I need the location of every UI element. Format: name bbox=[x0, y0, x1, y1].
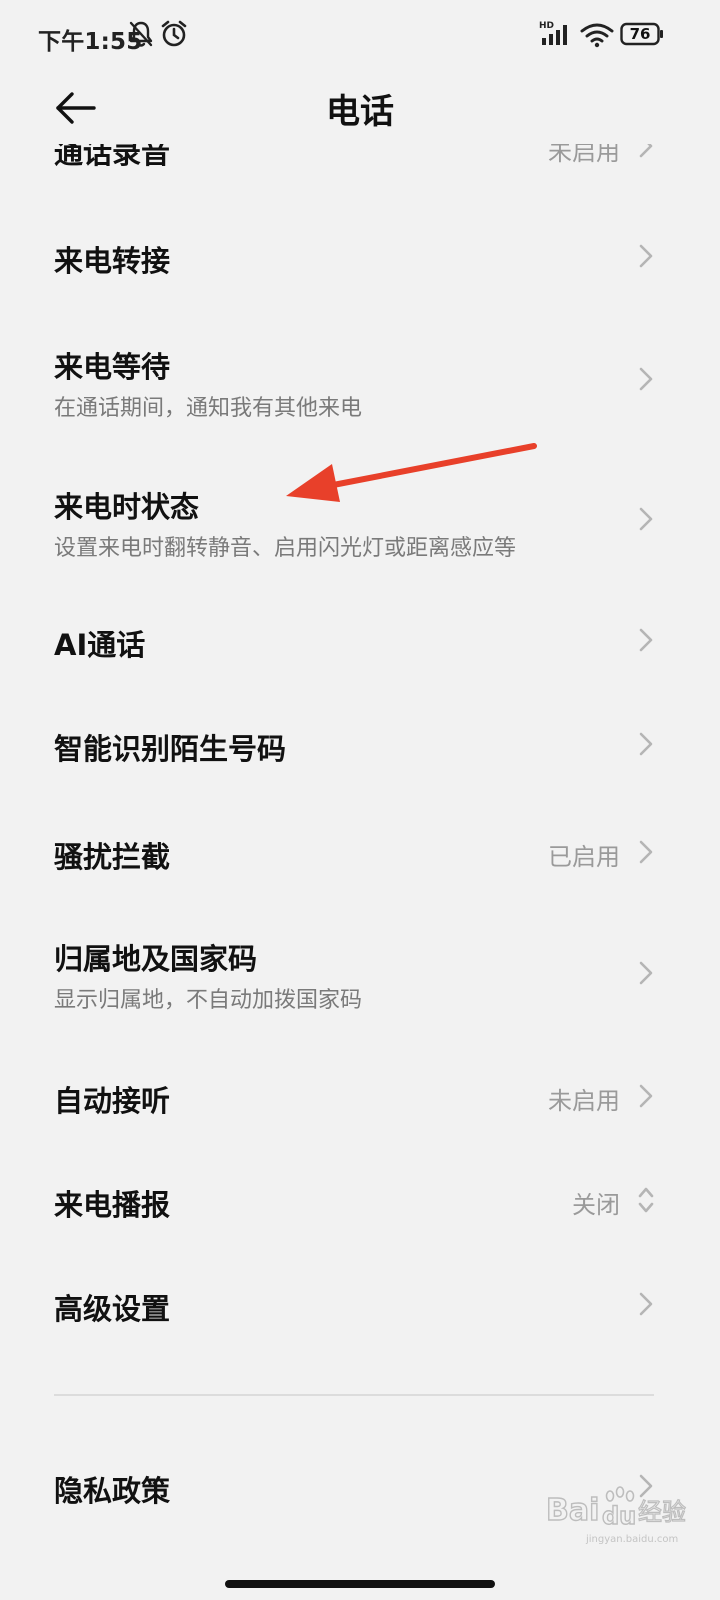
list-item-smart-caller-id[interactable]: 智能识别陌生号码 bbox=[0, 696, 720, 800]
item-title: 骚扰拦截 bbox=[54, 840, 171, 874]
chevron-right-icon bbox=[639, 1292, 653, 1316]
chevron-right-icon bbox=[639, 507, 653, 531]
section-divider bbox=[54, 1394, 654, 1396]
item-title: 智能识别陌生号码 bbox=[54, 732, 287, 766]
list-item-ai-call[interactable]: AI通话 bbox=[0, 592, 720, 696]
item-title: AI通话 bbox=[54, 628, 146, 662]
list-item-call-forwarding[interactable]: 来电转接 bbox=[0, 204, 720, 308]
item-title: 自动接听 bbox=[54, 1084, 171, 1118]
chevron-right-icon bbox=[639, 961, 653, 985]
chevron-right-icon bbox=[639, 628, 653, 652]
item-value: 关闭 bbox=[572, 1191, 620, 1219]
item-title: 通话录音 bbox=[54, 144, 171, 170]
list-item-privacy-policy[interactable]: 隐私政策 bbox=[0, 1434, 720, 1538]
mute-icon bbox=[129, 21, 153, 47]
item-subtitle: 显示归属地，不自动加拨国家码 bbox=[54, 988, 363, 1013]
chevron-right-icon bbox=[639, 244, 653, 268]
alarm-icon bbox=[161, 20, 187, 47]
item-title: 归属地及国家码 bbox=[54, 942, 258, 976]
list-item-call-recording[interactable]: 通话录音 未启用 bbox=[0, 144, 720, 184]
settings-list[interactable]: 通话录音 未启用 来电转接 来电等待 在通话期间，通知我有其他来电 来电时状态 … bbox=[0, 144, 720, 1564]
home-indicator[interactable] bbox=[225, 1580, 495, 1588]
chevron-up-down-icon bbox=[638, 1187, 654, 1213]
chevron-right-icon bbox=[639, 840, 653, 864]
list-item-location-country-code[interactable]: 归属地及国家码 显示归属地，不自动加拨国家码 bbox=[0, 914, 720, 1034]
chevron-right-icon bbox=[639, 367, 653, 391]
wifi-icon bbox=[580, 23, 614, 48]
page-title: 电话 bbox=[326, 92, 394, 132]
status-time: 下午1:55 bbox=[38, 29, 143, 55]
item-subtitle: 在通话期间，通知我有其他来电 bbox=[54, 396, 363, 421]
list-item-advanced-settings[interactable]: 高级设置 bbox=[0, 1252, 720, 1356]
list-item-call-waiting[interactable]: 来电等待 在通话期间，通知我有其他来电 bbox=[0, 320, 720, 440]
list-item-incoming-call-status[interactable]: 来电时状态 设置来电时翻转静音、启用闪光灯或距离感应等 bbox=[0, 460, 720, 580]
list-item-auto-answer[interactable]: 自动接听 未启用 bbox=[0, 1044, 720, 1148]
battery-icon: 76 bbox=[620, 22, 664, 46]
item-value: 未启用 bbox=[548, 1087, 620, 1115]
app-header: 电话 bbox=[0, 72, 720, 144]
svg-text:HD: HD bbox=[539, 21, 554, 31]
item-subtitle: 设置来电时翻转静音、启用闪光灯或距离感应等 bbox=[54, 536, 517, 561]
item-title: 来电播报 bbox=[54, 1188, 171, 1222]
chevron-right-icon bbox=[639, 1084, 653, 1108]
item-title: 来电等待 bbox=[54, 350, 171, 384]
battery-level: 76 bbox=[629, 25, 651, 43]
item-title: 隐私政策 bbox=[54, 1474, 171, 1508]
chevron-right-icon bbox=[639, 144, 653, 158]
hd-signal-icon: HD bbox=[539, 21, 567, 45]
item-title: 来电转接 bbox=[54, 244, 171, 278]
item-value: 未启用 bbox=[548, 144, 620, 166]
item-title: 高级设置 bbox=[54, 1292, 171, 1326]
item-title: 来电时状态 bbox=[54, 490, 200, 524]
list-item-caller-announcement[interactable]: 来电播报 关闭 bbox=[0, 1148, 720, 1252]
item-value: 已启用 bbox=[548, 843, 620, 871]
chevron-right-icon bbox=[639, 1474, 653, 1498]
list-item-spam-blocking[interactable]: 骚扰拦截 已启用 bbox=[0, 800, 720, 904]
status-bar: 下午1:55 HD 76 bbox=[0, 0, 720, 72]
chevron-right-icon bbox=[639, 732, 653, 756]
